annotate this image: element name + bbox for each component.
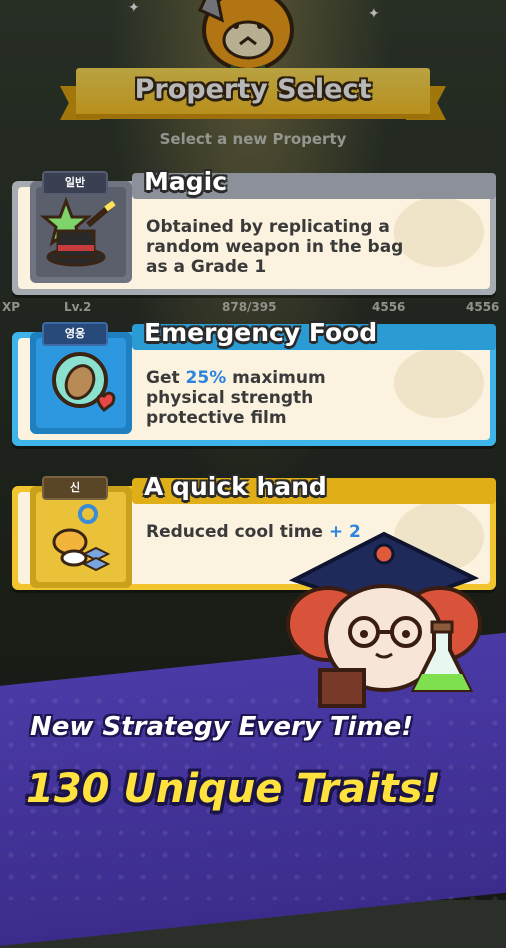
desc-prefix: Get: [146, 368, 186, 388]
magic-hat-wand-icon: [36, 187, 126, 277]
desc-highlight-value: 25%: [185, 368, 227, 388]
card-icon-frame: [30, 486, 132, 588]
promo-headline: 130 Unique Traits!: [26, 766, 441, 812]
promo-tagline: New Strategy Every Time!: [30, 712, 414, 742]
card-description: Get 25% maximum physical strength protec…: [146, 368, 406, 428]
card-title: A quick hand: [144, 472, 327, 501]
card-description: Obtained by replicating a random weapon …: [146, 217, 404, 277]
grade-badge: 영웅: [42, 322, 108, 346]
seed-orb-heart-icon: [36, 338, 126, 428]
paw-watermark-icon: [394, 348, 484, 418]
property-card-emergency-food[interactable]: 영웅 Emergency Food Get 25% maximum physic…: [12, 318, 496, 446]
paw-watermark-icon: [394, 197, 484, 267]
card-title: Emergency Food: [144, 318, 378, 347]
grade-badge: 신: [42, 476, 108, 500]
card-icon-frame: [30, 332, 132, 434]
quick-hand-icon: [36, 492, 126, 582]
property-card-magic[interactable]: 일반 Magic Obtained by replicating a rando…: [12, 167, 496, 295]
scholar-character: [264, 520, 504, 710]
grade-badge: 일반: [42, 171, 108, 195]
card-icon-frame: [30, 181, 132, 283]
card-title: Magic: [144, 167, 228, 196]
